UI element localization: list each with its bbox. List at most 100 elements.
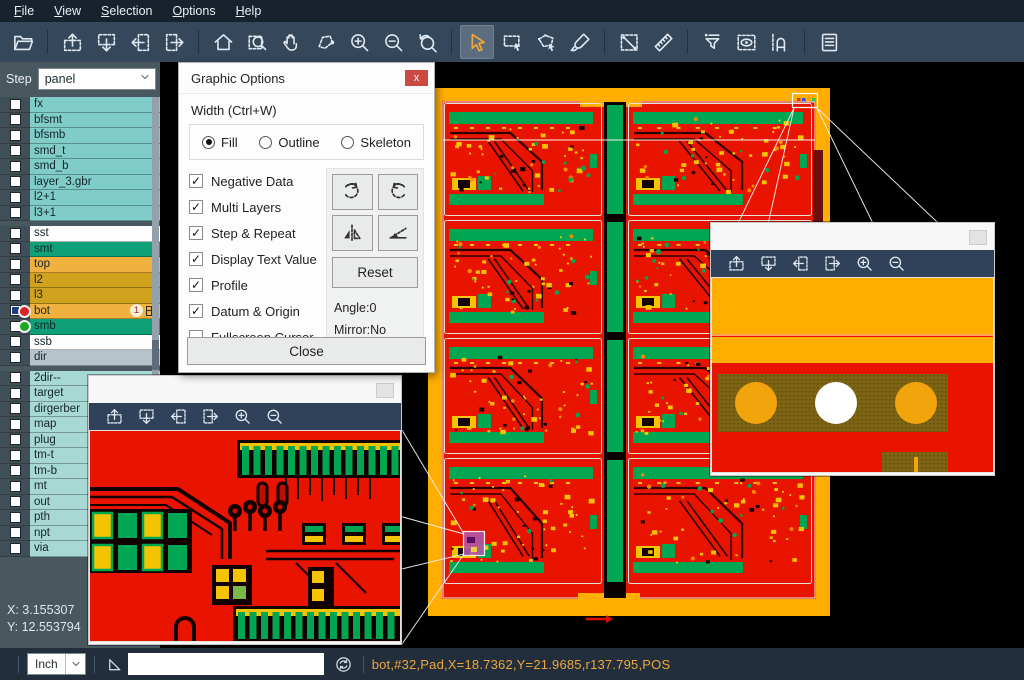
layer-row[interactable]: l3+1	[0, 206, 160, 222]
layer-checkbox-cell[interactable]	[0, 371, 30, 387]
zoom-window-titlebar[interactable]	[89, 376, 401, 403]
layer-checkbox-cell[interactable]	[0, 288, 30, 304]
layer-row[interactable]: l2+1	[0, 190, 160, 206]
layer-checkbox-cell[interactable]	[0, 386, 30, 402]
layer-row[interactable]: bot1	[0, 304, 160, 320]
layer-checkbox[interactable]	[10, 99, 21, 110]
layer-checkbox[interactable]	[10, 228, 21, 239]
layer-row[interactable]: top	[0, 257, 160, 273]
layer-checkbox[interactable]	[10, 481, 21, 492]
layer-checkbox[interactable]	[10, 465, 21, 476]
layer-name[interactable]: smb	[30, 319, 160, 335]
close-button[interactable]: Close	[187, 337, 426, 365]
layer-checkbox-cell[interactable]	[0, 335, 30, 351]
layer-checkbox-cell[interactable]	[0, 190, 30, 206]
menu-item-selection[interactable]: Selection	[91, 0, 162, 22]
layer-checkbox-cell[interactable]	[0, 175, 30, 191]
layer-checkbox-cell[interactable]	[0, 144, 30, 160]
radio-fill[interactable]: Fill	[202, 135, 238, 150]
measure-ruler-icon[interactable]	[647, 26, 679, 58]
layer-checkbox[interactable]	[10, 527, 21, 538]
layer-checkbox[interactable]	[10, 114, 21, 125]
layer-checkbox-cell[interactable]	[0, 226, 30, 242]
layer-name[interactable]: ssb	[30, 335, 160, 351]
zoom-in-icon[interactable]	[851, 252, 877, 276]
layer-checkbox[interactable]	[10, 372, 21, 383]
move-right-icon[interactable]	[819, 252, 845, 276]
checkbox-row[interactable]: ✓Step & Repeat	[189, 220, 326, 246]
radio-outline[interactable]: Outline	[259, 135, 319, 150]
layer-name[interactable]: l2	[30, 273, 160, 289]
layer-row[interactable]: ssb	[0, 335, 160, 351]
layer-checkbox[interactable]	[10, 290, 21, 301]
snap-magnet-icon[interactable]	[764, 26, 796, 58]
layer-checkbox-cell[interactable]	[0, 510, 30, 526]
move-left-icon[interactable]	[787, 252, 813, 276]
layer-checkbox-cell[interactable]	[0, 128, 30, 144]
unit-select[interactable]: Inch	[27, 653, 86, 675]
layer-checkbox-cell[interactable]	[0, 97, 30, 113]
layer-checkbox[interactable]	[10, 130, 21, 141]
layer-checkbox-cell[interactable]	[0, 526, 30, 542]
move-down-icon[interactable]	[755, 252, 781, 276]
mirror-v-button[interactable]	[332, 215, 373, 251]
window-button[interactable]	[969, 230, 987, 245]
layer-name[interactable]: bot1	[30, 304, 160, 320]
move-up-icon[interactable]	[56, 26, 88, 58]
layer-checkbox[interactable]	[10, 543, 21, 554]
select-cursor-icon[interactable]	[460, 25, 494, 59]
layer-checkbox[interactable]	[10, 403, 21, 414]
layer-name[interactable]: smt	[30, 242, 160, 258]
move-up-icon[interactable]	[101, 405, 127, 429]
layer-name[interactable]: smd_b	[30, 159, 160, 175]
view-box-icon[interactable]	[730, 26, 762, 58]
layer-checkbox[interactable]	[10, 450, 21, 461]
checkbox-row[interactable]: ✓Multi Layers	[189, 194, 326, 220]
zoom-window-top-right[interactable]	[710, 222, 995, 476]
layer-checkbox[interactable]	[10, 352, 21, 363]
close-icon[interactable]: x	[405, 70, 428, 86]
menu-item-view[interactable]: View	[44, 0, 91, 22]
menu-item-help[interactable]: Help	[226, 0, 272, 22]
layer-checkbox-cell[interactable]	[0, 464, 30, 480]
layer-name[interactable]: l2+1	[30, 190, 160, 206]
rotate-ccw-button[interactable]	[378, 174, 419, 210]
move-right-icon[interactable]	[197, 405, 223, 429]
move-left-icon[interactable]	[165, 405, 191, 429]
layer-row[interactable]: bfsmb	[0, 128, 160, 144]
zoom-in-icon[interactable]	[229, 405, 255, 429]
checkbox-row[interactable]: ✓Display Text Value	[189, 246, 326, 272]
checkbox-row[interactable]: ✓Datum & Origin	[189, 298, 326, 324]
layer-checkbox[interactable]	[10, 192, 21, 203]
layer-checkbox-cell[interactable]	[0, 257, 30, 273]
zoom-previous-icon[interactable]	[411, 26, 443, 58]
layer-row[interactable]: smt	[0, 242, 160, 258]
layer-row[interactable]: bfsmt	[0, 113, 160, 129]
layer-checkbox[interactable]	[10, 388, 21, 399]
layer-row[interactable]: l3	[0, 288, 160, 304]
move-left-icon[interactable]	[124, 26, 156, 58]
filter-icon[interactable]	[696, 26, 728, 58]
zoom-window-bottom-left[interactable]	[88, 375, 402, 645]
layer-row[interactable]: smd_b	[0, 159, 160, 175]
select-polygon-icon[interactable]	[530, 26, 562, 58]
layer-checkbox-cell[interactable]	[0, 433, 30, 449]
zoom-window-icon[interactable]	[241, 26, 273, 58]
layer-name[interactable]: dir	[30, 350, 160, 366]
move-down-icon[interactable]	[133, 405, 159, 429]
radio-skeleton[interactable]: Skeleton	[341, 135, 411, 150]
zoom-in-icon[interactable]	[343, 26, 375, 58]
layer-checkbox[interactable]	[10, 419, 21, 430]
measure-distance-icon[interactable]	[613, 26, 645, 58]
layer-name[interactable]: smd_t	[30, 144, 160, 160]
layer-checkbox[interactable]	[10, 512, 21, 523]
layer-checkbox-cell[interactable]	[0, 273, 30, 289]
layer-name[interactable]: l3	[30, 288, 160, 304]
move-down-icon[interactable]	[90, 26, 122, 58]
mirror-h-button[interactable]	[378, 215, 419, 251]
layer-name[interactable]: fx	[30, 97, 160, 113]
layer-checkbox[interactable]	[10, 145, 21, 156]
zoom-window-content[interactable]	[711, 277, 994, 473]
layer-checkbox-cell[interactable]	[0, 242, 30, 258]
layer-row[interactable]: sst	[0, 226, 160, 242]
